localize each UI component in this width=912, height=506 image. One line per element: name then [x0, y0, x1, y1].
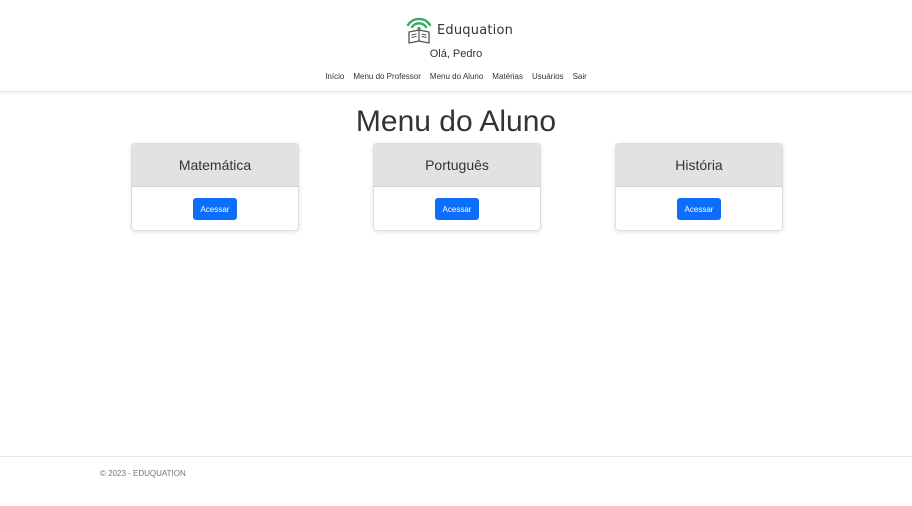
nav-materias[interactable]: Matérias [492, 72, 523, 82]
card-title: Português [374, 144, 540, 187]
card-title: História [616, 144, 782, 187]
user-greeting: Olá, Pedro [429, 48, 483, 60]
page-title: Menu do Aluno [355, 105, 557, 138]
nav-usuarios[interactable]: Usuários [532, 72, 564, 82]
site-header: Eduquation Olá, Pedro Início Menu do Pro… [0, 0, 912, 92]
access-button-matematica[interactable]: Acessar [192, 198, 238, 220]
nav-sair[interactable]: Sair [573, 72, 587, 82]
access-button-portugues[interactable]: Acessar [434, 198, 480, 220]
card-body: Acessar [132, 187, 298, 230]
card-title: Matemática [132, 144, 298, 187]
access-button-historia[interactable]: Acessar [676, 198, 722, 220]
subject-card-historia: História Acessar [615, 143, 783, 231]
logo-icon [406, 17, 432, 44]
subject-card-portugues: Português Acessar [373, 143, 541, 231]
card-body: Acessar [374, 187, 540, 230]
nav-inicio[interactable]: Início [325, 72, 344, 82]
main-nav: Início Menu do Professor Menu do Aluno M… [0, 72, 912, 82]
brand-name: Eduquation [437, 22, 514, 38]
subject-card-matematica: Matemática Acessar [131, 143, 299, 231]
nav-menu-aluno[interactable]: Menu do Aluno [430, 72, 483, 82]
brand-link[interactable]: Eduquation [405, 14, 513, 46]
copyright-text: © 2023 - EDUQUATION [100, 469, 186, 478]
card-body: Acessar [616, 187, 782, 230]
nav-menu-professor[interactable]: Menu do Professor [353, 72, 421, 82]
site-footer: © 2023 - EDUQUATION [0, 456, 912, 506]
